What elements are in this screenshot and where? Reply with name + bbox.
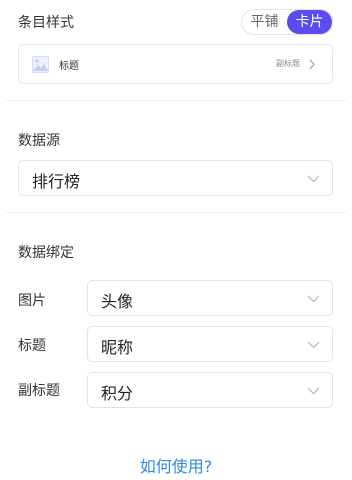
binding-select-subtitle[interactable]: 积分 [87,372,333,408]
help-link[interactable]: 如何使用? [0,453,352,477]
divider [6,212,346,213]
chevron-down-icon [307,175,320,183]
item-style-option-card[interactable]: 卡片 [287,10,332,34]
preview-subtitle: 副标题 [276,59,300,68]
binding-value-image: 头像 [101,292,134,311]
image-placeholder-icon [32,56,49,73]
chevron-down-icon [307,387,320,395]
item-style-toggle: 平铺 卡片 [241,9,333,35]
chevron-right-icon [309,59,315,70]
data-binding-title: 数据绑定 [18,245,74,261]
binding-label-image: 图片 [18,293,46,309]
item-style-title: 条目样式 [18,15,74,31]
chevron-down-icon [307,341,320,349]
chevron-down-icon [307,295,320,303]
divider [6,100,346,101]
item-style-preview-card: 标题 副标题 [18,44,333,84]
preview-title: 标题 [59,61,79,72]
binding-value-title: 昵称 [101,338,134,357]
data-source-value: 排行榜 [32,172,81,191]
binding-label-subtitle: 副标题 [18,383,60,399]
binding-value-subtitle: 积分 [101,384,134,403]
binding-select-image[interactable]: 头像 [87,280,333,316]
data-source-title: 数据源 [18,133,60,149]
item-style-option-tiled[interactable]: 平铺 [242,10,287,34]
data-source-select[interactable]: 排行榜 [18,160,333,196]
binding-select-title[interactable]: 昵称 [87,326,333,362]
binding-label-title: 标题 [18,338,46,354]
